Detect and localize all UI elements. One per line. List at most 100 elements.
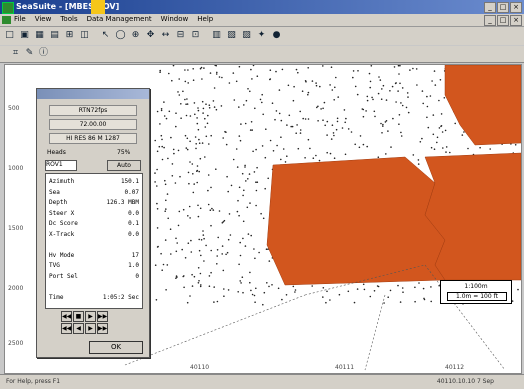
maximize-button[interactable]: □ — [497, 2, 509, 13]
ok-button[interactable]: OK — [89, 341, 143, 354]
sounding-point — [194, 113, 196, 116]
sounding-point — [184, 134, 187, 137]
sounding-point — [294, 289, 297, 291]
print-icon[interactable]: ⊞ — [64, 30, 75, 41]
menu-tools[interactable]: Tools — [60, 15, 77, 23]
sounding-point — [250, 234, 252, 237]
doc-minimize-button[interactable]: _ — [484, 15, 496, 26]
sounding-point — [154, 264, 157, 266]
secondary-toolbar: ⌗ ✎ ⓘ — [0, 46, 524, 63]
rewind-button[interactable]: ◀◀ — [61, 311, 72, 322]
menu-file[interactable]: File — [14, 15, 26, 23]
coverage-area — [444, 65, 521, 146]
sounding-point — [278, 89, 281, 91]
sounding-point — [344, 153, 347, 156]
sounding-point — [186, 148, 189, 151]
sounding-point — [432, 114, 435, 116]
sounding-point — [198, 280, 200, 282]
sounding-point — [397, 90, 399, 92]
sounding-point — [356, 288, 359, 290]
menu-help[interactable]: Help — [197, 15, 213, 23]
sounding-point — [163, 146, 165, 149]
record-icon[interactable]: ● — [271, 30, 282, 41]
measure-icon[interactable]: ↔ — [160, 30, 171, 41]
sounding-point — [243, 189, 245, 192]
menu-data-management[interactable]: Data Management — [87, 15, 152, 23]
minimize-button[interactable]: _ — [484, 2, 496, 13]
sounding-point — [208, 285, 211, 287]
sounding-point — [232, 72, 235, 74]
next-button[interactable]: ▶ — [85, 323, 96, 334]
sounding-point — [159, 71, 161, 73]
sounding-point — [399, 65, 401, 67]
layers-icon[interactable]: ◫ — [79, 30, 90, 41]
sounding-point — [255, 287, 257, 290]
sounding-point — [190, 251, 193, 253]
sounding-point — [212, 100, 215, 102]
sounding-point — [255, 204, 257, 207]
sounding-point — [196, 117, 198, 119]
close-button[interactable]: × — [510, 2, 522, 13]
sounding-point — [240, 123, 242, 125]
sounding-point — [256, 75, 259, 77]
table-icon[interactable]: ▧ — [226, 30, 237, 41]
sounding-point — [400, 135, 403, 137]
pointer-icon[interactable]: ↖ — [100, 30, 111, 41]
zoom-icon[interactable]: ⊕ — [130, 30, 141, 41]
time-field[interactable]: 72.00.00 — [49, 119, 137, 130]
format-field[interactable]: RTN72fps — [49, 105, 137, 116]
grid2-icon[interactable]: ⊟ — [175, 30, 186, 41]
step-forward-button[interactable]: ▶▶ — [97, 323, 108, 334]
sounding-point — [282, 148, 285, 150]
info-icon[interactable]: ⓘ — [38, 48, 49, 59]
new-icon[interactable]: □ — [4, 30, 15, 41]
doc-restore-button[interactable]: □ — [497, 15, 509, 26]
draw-icon[interactable]: ⌗ — [10, 48, 21, 59]
sounding-point — [201, 78, 203, 80]
grid-icon[interactable]: ▦ — [34, 30, 45, 41]
settings-icon[interactable]: ✦ — [256, 30, 267, 41]
sounding-point — [454, 122, 457, 125]
sounding-point — [281, 298, 283, 301]
readout-value: 0 — [135, 272, 139, 280]
play-button[interactable]: ▶ — [85, 311, 96, 322]
prev-button[interactable]: ◀ — [73, 323, 84, 334]
pan-icon[interactable]: ✥ — [145, 30, 156, 41]
window-controls: _ □ × — [484, 2, 522, 13]
rov-selector[interactable]: ROV1 — [45, 160, 77, 171]
map-icon[interactable]: ▨ — [241, 30, 252, 41]
sounding-point — [280, 136, 282, 138]
edit-icon[interactable]: ✎ — [24, 48, 35, 59]
sounding-point — [372, 98, 374, 101]
panel-title-bar[interactable] — [37, 89, 149, 99]
sounding-point — [212, 209, 215, 211]
sounding-point — [247, 233, 250, 235]
document-icon[interactable] — [2, 16, 11, 24]
mode-field[interactable]: HI RES 86 M 1287 — [49, 133, 137, 144]
select-icon[interactable]: ◯ — [115, 30, 126, 41]
doc-close-button[interactable]: × — [510, 15, 522, 26]
menu-view[interactable]: View — [35, 15, 52, 23]
sounding-point — [164, 210, 166, 212]
menu-window[interactable]: Window — [161, 15, 189, 23]
step-back-button[interactable]: ◀◀ — [61, 323, 72, 334]
open-icon[interactable]: ▣ — [19, 30, 30, 41]
sounding-point — [220, 105, 223, 107]
app-icon[interactable] — [2, 2, 14, 14]
sounding-point — [200, 254, 202, 257]
sounding-point — [433, 148, 436, 150]
sounding-point — [412, 154, 415, 156]
sounding-point — [377, 92, 380, 95]
sounding-point — [154, 172, 156, 174]
chart-icon[interactable]: ▥ — [211, 30, 222, 41]
auto-button[interactable]: Auto — [107, 160, 141, 171]
sounding-point — [208, 143, 210, 145]
save-icon[interactable]: ▤ — [49, 30, 60, 41]
profile-icon[interactable]: ⊡ — [190, 30, 201, 41]
sounding-point — [213, 87, 216, 89]
sounding-point — [250, 289, 252, 292]
sounding-point — [443, 97, 446, 99]
stop-button[interactable]: ■ — [73, 311, 84, 322]
fast-forward-button[interactable]: ▶▶ — [97, 311, 108, 322]
sounding-point — [190, 239, 192, 242]
